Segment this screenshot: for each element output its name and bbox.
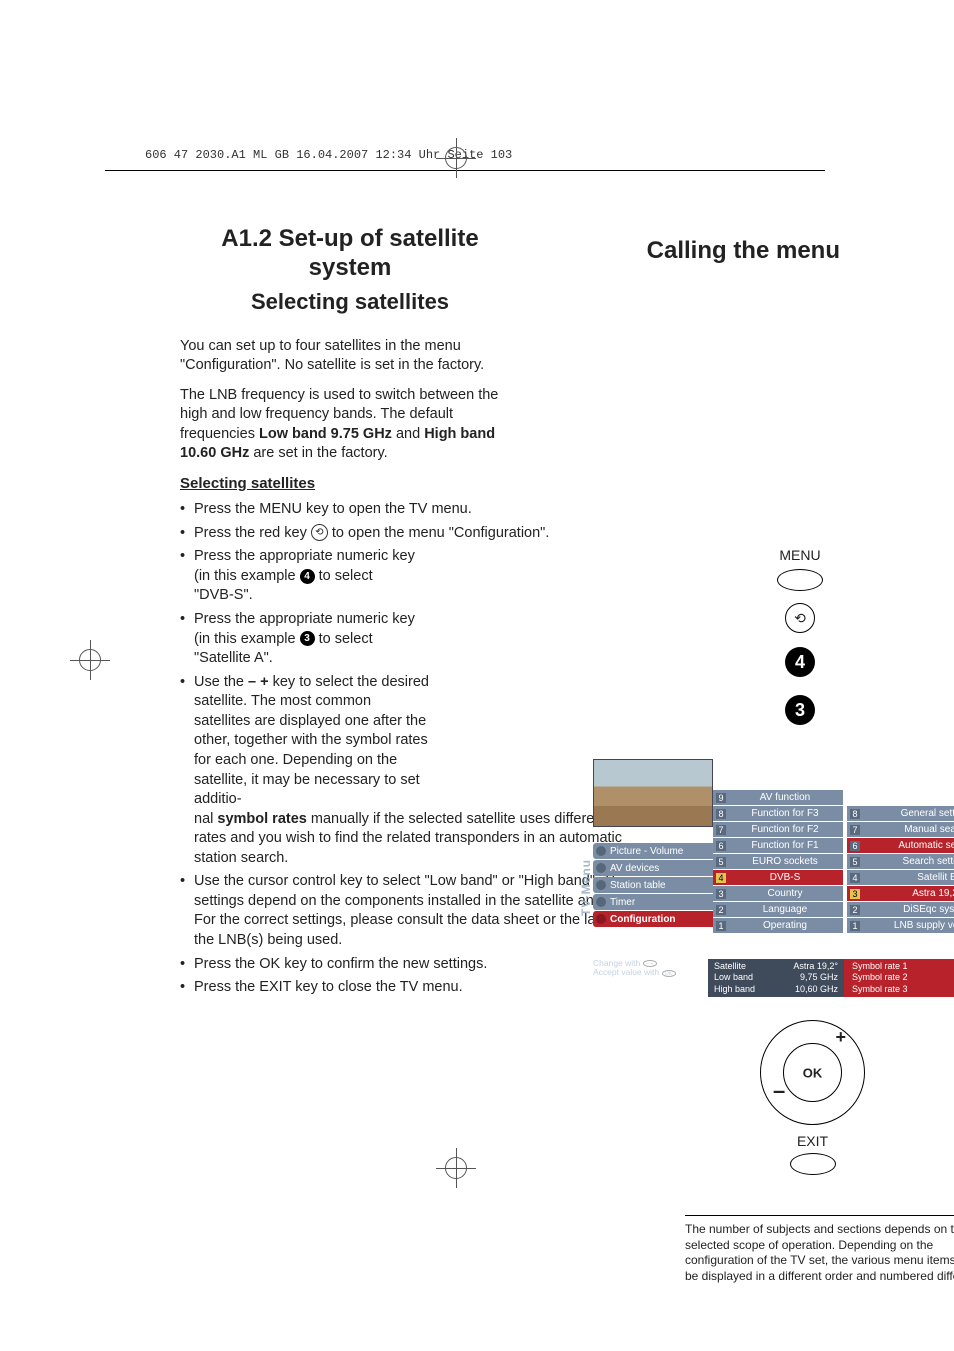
registration-mark-left [70, 640, 110, 680]
step-select-satellite-a: Press the appropriate numeric key (in th… [180, 610, 415, 669]
c3-general: 8General settings [847, 806, 954, 821]
osd-hint: Change with – + Accept value with OK [593, 959, 713, 978]
c3-auto-search: 6Automatic search [847, 838, 954, 853]
main-timer: Timer [593, 894, 713, 910]
c3-diseqc: 2DiSEqc system [847, 902, 954, 917]
c2-dvbs: 4DVB-S [713, 870, 843, 885]
main-picture-volume: Picture - Volume [593, 843, 713, 859]
red-key-round-icon: ⟲ [785, 603, 815, 633]
c3-search-settings: 5Search settings [847, 854, 954, 869]
minus-icon: – [773, 1078, 785, 1104]
osd-preview-image [593, 759, 713, 827]
selecting-satellites-heading: Selecting satellites [180, 474, 520, 494]
osd-sub-column-2: 8General settings 7Manual search 6Automa… [847, 805, 954, 933]
c3-astra: 3Astra 19,2° [847, 886, 954, 901]
red-key-icon: ⟲ [311, 524, 328, 541]
num-3-large: 3 [785, 695, 815, 725]
ok-label: OK [803, 1065, 823, 1080]
intro-p2: The LNB frequency is used to switch betw… [180, 386, 520, 464]
main-configuration: Configuration [593, 911, 713, 927]
exit-key-label: EXIT [740, 1133, 885, 1149]
section-subtitle: Selecting satellites [180, 289, 520, 315]
main-station-table: Station table [593, 877, 713, 893]
calling-title: Calling the menu [647, 237, 840, 265]
intro-text: You can set up to four satellites in the… [180, 337, 520, 998]
step-select-dvbs: Press the appropriate numeric key (in th… [180, 547, 415, 606]
remote-diagram-top: MENU ⟲ 4 3 [750, 547, 850, 743]
osd-main-column: ★ ★ ★ TV-Menu Picture - Volume AV device… [593, 759, 713, 927]
step-select-satellite-plusminus: Use the – + key to select the desired sa… [180, 673, 520, 869]
step-exit: Press the EXIT key to close the TV menu. [180, 978, 648, 998]
tv-menu-vertical-label: TV-Menu [579, 859, 593, 916]
registration-mark-bottom [436, 1148, 476, 1188]
section-title: A1.2 Set-up of satellite system [180, 225, 520, 283]
c2-language: 2Language [713, 902, 843, 917]
c3-lnb-supply: 1LNB supply voltage [847, 918, 954, 933]
menu-key-icon [777, 569, 823, 591]
c2-f3: 8Function for F3 [713, 806, 843, 821]
osd-stars: ★ ★ ★ [593, 831, 713, 842]
minus-key-icon: – + [643, 960, 657, 967]
registration-mark-top [436, 138, 476, 178]
osd-bottom-right: Symbol rate 122000 Symbol rate 227500 Sy… [844, 959, 954, 997]
osd-bottom-left: SatelliteAstra 19,2° Low band9,75 GHz Hi… [708, 959, 844, 997]
exit-key-icon [790, 1153, 836, 1175]
c3-satellite-b: 4Satellit B [847, 870, 954, 885]
remote-diagram-bottom: OK + – EXIT [740, 1020, 885, 1187]
osd-sub-column-1: 9AV function 8Function for F3 7Function … [713, 789, 843, 933]
step-low-high-band: Use the cursor control key to select "Lo… [180, 872, 648, 950]
num-4-badge: 4 [300, 569, 315, 584]
ok-key-icon: OK [662, 970, 676, 977]
c2-f2: 7Function for F2 [713, 822, 843, 837]
step-open-menu: Press the MENU key to open the TV menu. [180, 500, 648, 520]
nav-ring-icon: OK + – [760, 1020, 865, 1125]
c2-country: 3Country [713, 886, 843, 901]
c2-operating: 1Operating [713, 918, 843, 933]
osd-bottom-bar: SatelliteAstra 19,2° Low band9,75 GHz Hi… [708, 959, 954, 997]
c2-euro: 5EURO sockets [713, 854, 843, 869]
menu-key-label: MENU [750, 547, 850, 563]
plus-icon: + [835, 1027, 846, 1048]
c3-manual-search: 7Manual search [847, 822, 954, 837]
footer-note: The number of subjects and sections depe… [685, 1215, 954, 1284]
step-red-key: Press the red key ⟲ to open the menu "Co… [180, 524, 648, 544]
c2-f1: 6Function for F1 [713, 838, 843, 853]
main-av-devices: AV devices [593, 860, 713, 876]
step-ok: Press the OK key to confirm the new sett… [180, 955, 648, 975]
c2-av-function: 9AV function [713, 790, 843, 805]
intro-p1: You can set up to four satellites in the… [180, 337, 520, 376]
num-3-badge: 3 [300, 631, 315, 646]
num-4-large: 4 [785, 647, 815, 677]
